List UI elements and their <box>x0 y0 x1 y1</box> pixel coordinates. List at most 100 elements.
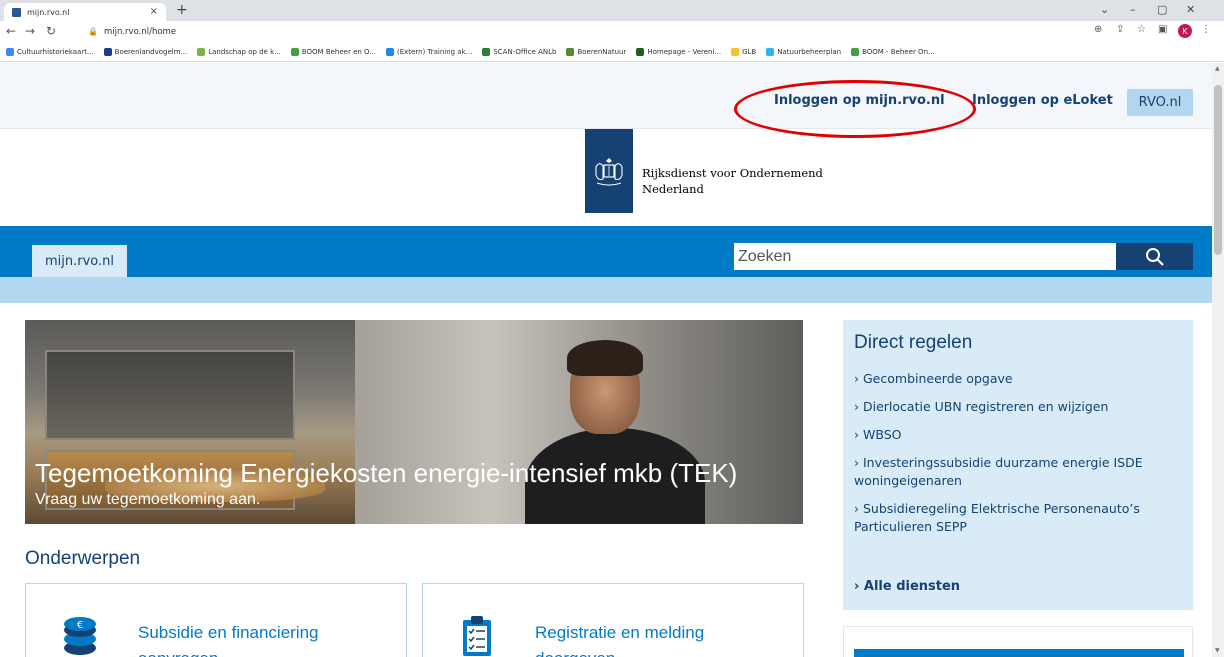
secondary-panel <box>843 626 1193 657</box>
topic-card-subsidie[interactable]: € Subsidie en financiering aanvragen <box>25 583 407 657</box>
zoom-icon[interactable]: ⊕ <box>1094 24 1102 35</box>
bookmarks-bar: Cultuurhistoriekaart... Boerenlandvogelm.… <box>0 42 1224 62</box>
bookmark-label: Homepage - Vereni... <box>647 47 722 56</box>
chevron-right-icon: › <box>854 579 864 594</box>
topic-card-title[interactable]: Subsidie en financiering aanvragen <box>138 620 378 657</box>
bookmark-item[interactable]: GLB <box>731 47 757 56</box>
bookmark-item[interactable]: Cultuurhistoriekaart... <box>6 47 94 56</box>
bookmark-label: BOOM - Beheer On... <box>862 47 935 56</box>
scrollbar-thumb[interactable] <box>1214 85 1222 255</box>
chevron-right-icon: › <box>854 455 859 470</box>
bookmark-label: Boerenlandvogelm... <box>114 47 188 56</box>
favicon-icon <box>12 7 21 17</box>
tab-search-icon[interactable]: ⌄ <box>1100 3 1109 16</box>
oven-door-upper <box>45 350 295 440</box>
service-link-wbso[interactable]: › WBSO <box>854 426 1184 444</box>
bookmark-favicon-icon <box>566 47 575 56</box>
baker-hair <box>567 340 643 376</box>
tab-close-icon[interactable]: × <box>150 6 158 17</box>
bookmark-star-icon[interactable]: ☆ <box>1137 24 1146 35</box>
login-eloket-link[interactable]: Inloggen op eLoket <box>972 93 1113 108</box>
new-tab-button[interactable]: + <box>176 2 188 18</box>
hero-title[interactable]: Tegemoetkoming Energiekosten energie-int… <box>35 458 737 489</box>
page: Inloggen op mijn.rvo.nl Inloggen op eLok… <box>0 63 1212 657</box>
restore-icon[interactable]: ▢ <box>1157 3 1167 16</box>
chevron-right-icon: › <box>854 501 859 516</box>
bookmark-favicon-icon <box>482 47 491 56</box>
back-icon[interactable]: ← <box>6 24 16 38</box>
service-link-dierlocatie[interactable]: › Dierlocatie UBN registreren en wijzigen <box>854 398 1184 416</box>
forward-icon[interactable]: → <box>25 24 35 38</box>
bookmark-item[interactable]: BOOM Beheer en O... <box>290 47 376 56</box>
bookmark-favicon-icon <box>385 47 394 56</box>
topics-heading: Onderwerpen <box>25 548 141 569</box>
scroll-down-icon[interactable]: ▼ <box>1215 647 1220 654</box>
bookmark-item[interactable]: SCAN-Office ANLb <box>482 47 557 56</box>
bookmark-favicon-icon <box>766 47 775 56</box>
organisation-name-line1: Rijksdienst voor Ondernemend <box>642 166 823 180</box>
service-link-label: WBSO <box>863 427 902 442</box>
secondary-panel-header <box>854 649 1184 657</box>
service-link-sepp[interactable]: › Subsidieregeling Elektrische Personenau… <box>854 500 1184 536</box>
minimize-icon[interactable]: – <box>1130 3 1136 16</box>
highlight-ellipse <box>734 80 976 138</box>
topic-card-title[interactable]: Registratie en melding doorgeven <box>535 620 775 657</box>
page-scrollbar[interactable]: ▲ ▼ <box>1212 63 1224 657</box>
bookmark-label: GLB <box>742 47 757 56</box>
bookmark-item[interactable]: Landschap op de k... <box>197 47 281 56</box>
service-link-label: Subsidieregeling Elektrische Personenaut… <box>854 501 1140 534</box>
bookmark-item[interactable]: BoerenNatuur <box>566 47 627 56</box>
search-button[interactable] <box>1116 243 1193 270</box>
bookmark-item[interactable]: Boerenlandvogelm... <box>103 47 188 56</box>
service-link-label: Dierlocatie UBN registreren en wijzigen <box>863 399 1109 414</box>
organisation-name-line2: Nederland <box>642 182 704 196</box>
bookmark-favicon-icon <box>636 47 645 56</box>
bookmark-label: BoerenNatuur <box>577 47 627 56</box>
coins-euro-icon: € <box>64 617 96 655</box>
tab-mijn-rvo[interactable]: mijn.rvo.nl <box>32 245 127 277</box>
chevron-right-icon: › <box>854 371 859 386</box>
side-panel-icon[interactable]: ▣ <box>1158 24 1167 35</box>
sub-nav-bar <box>0 277 1212 303</box>
address-bar-row: ← → ↻ 🔒 mijn.rvo.nl/home ⊕ ⇪ ☆ ▣ ⋮ <box>0 21 1224 42</box>
hero-subtitle[interactable]: Vraag uw tegemoetkoming aan. <box>35 491 260 509</box>
rvo-nl-button[interactable]: RVO.nl <box>1127 89 1193 116</box>
crest-icon <box>595 158 623 186</box>
tab-title: mijn.rvo.nl <box>27 7 70 17</box>
reload-icon[interactable]: ↻ <box>46 24 56 38</box>
svg-text:€: € <box>77 620 83 631</box>
scroll-up-icon[interactable]: ▲ <box>1215 65 1220 72</box>
share-icon[interactable]: ⇪ <box>1116 24 1124 35</box>
topic-card-registratie[interactable]: Registratie en melding doorgeven <box>422 583 804 657</box>
service-link-isde[interactable]: › Investeringssubsidie duurzame energie I… <box>854 454 1184 490</box>
bookmark-item[interactable]: Natuurbeheerplan <box>766 47 841 56</box>
bookmark-favicon-icon <box>6 47 14 56</box>
bookmark-item[interactable]: (Extern) Training ak... <box>385 47 473 56</box>
hero-image-baker <box>515 340 715 524</box>
bookmark-favicon-icon <box>851 47 860 56</box>
url-text: mijn.rvo.nl/home <box>103 26 177 37</box>
chevron-right-icon: › <box>854 399 859 414</box>
bookmark-label: BOOM Beheer en O... <box>301 47 376 56</box>
url-field[interactable]: 🔒 mijn.rvo.nl/home <box>88 23 1073 40</box>
profile-avatar[interactable]: K <box>1178 24 1192 38</box>
direct-regelen-panel: Direct regelen › Gecombineerde opgave › Di… <box>843 320 1193 610</box>
bookmark-item[interactable]: BOOM - Beheer On... <box>851 47 935 56</box>
close-window-icon[interactable]: ✕ <box>1186 3 1195 16</box>
direct-regelen-list: › Gecombineerde opgave › Dierlocatie UBN r… <box>854 370 1184 546</box>
bookmark-favicon-icon <box>290 47 299 56</box>
chevron-right-icon: › <box>854 427 859 442</box>
service-link-gecombineerde-opgave[interactable]: › Gecombineerde opgave <box>854 370 1184 388</box>
bookmark-label: Landschap op de k... <box>208 47 281 56</box>
bookmark-item[interactable]: Homepage - Vereni... <box>636 47 722 56</box>
top-service-bar: Inloggen op mijn.rvo.nl Inloggen op eLok… <box>0 63 1212 129</box>
bookmark-label: (Extern) Training ak... <box>396 47 473 56</box>
hero-banner[interactable]: Tegemoetkoming Energiekosten energie-int… <box>25 320 803 524</box>
menu-icon[interactable]: ⋮ <box>1201 24 1211 35</box>
search-input[interactable]: Zoeken <box>734 243 1116 270</box>
all-services-label: Alle diensten <box>863 579 961 594</box>
bookmark-label: SCAN-Office ANLb <box>493 47 557 56</box>
all-services-link[interactable]: › Alle diensten <box>854 579 960 594</box>
rijksoverheid-logo[interactable] <box>585 129 633 213</box>
browser-tab[interactable]: mijn.rvo.nl × <box>4 3 166 21</box>
